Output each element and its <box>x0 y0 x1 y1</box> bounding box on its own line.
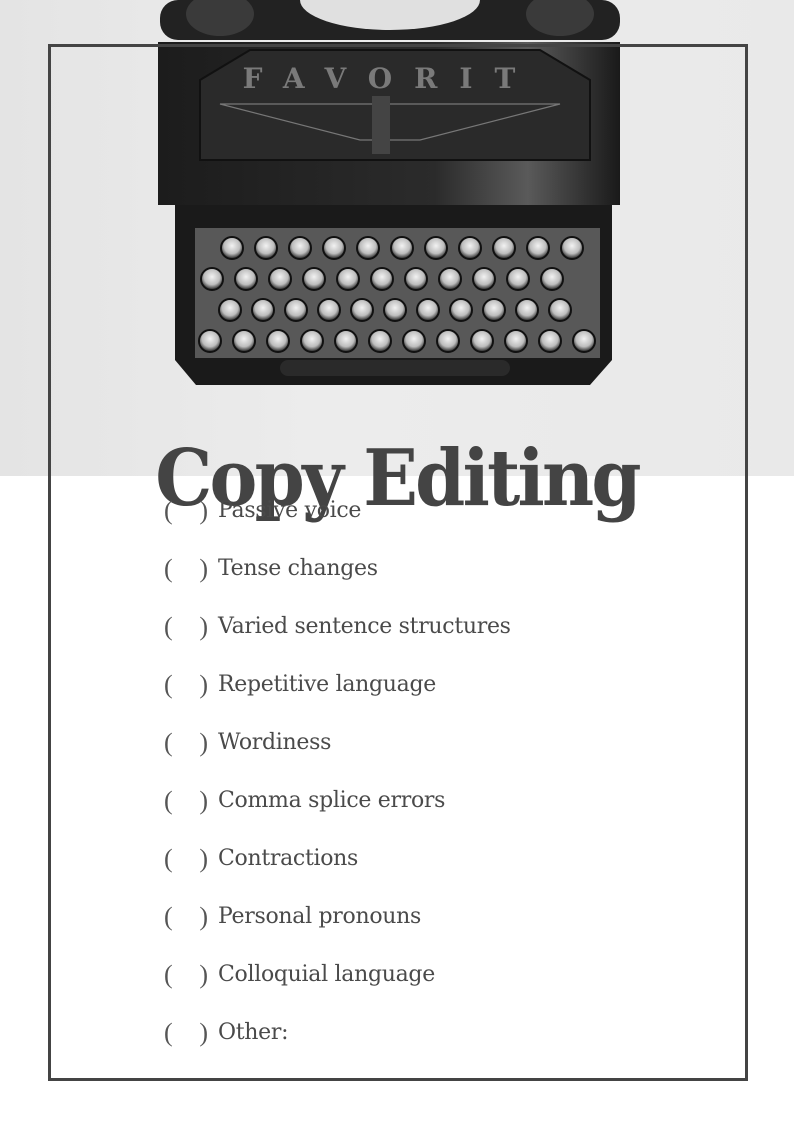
checkbox[interactable]: () <box>160 496 218 526</box>
typewriter-key <box>449 298 473 322</box>
checkbox-close-paren: ) <box>199 612 208 641</box>
typewriter-key <box>336 267 360 291</box>
checklist-item-label: Repetitive language <box>218 672 436 697</box>
checkbox[interactable]: () <box>160 786 218 816</box>
checklist-item-label: Other: <box>218 1020 289 1045</box>
checkbox-close-paren: ) <box>199 902 208 931</box>
checklist-item[interactable]: () Varied sentence structures <box>160 612 511 672</box>
typewriter-key <box>416 298 440 322</box>
typewriter-key <box>284 298 308 322</box>
checkbox[interactable]: () <box>160 1018 218 1048</box>
checkbox-close-paren: ) <box>199 1018 208 1047</box>
checkbox-open-paren: ( <box>164 554 173 583</box>
typewriter-key <box>560 236 584 260</box>
typewriter-key <box>438 267 462 291</box>
checkbox-close-paren: ) <box>199 844 208 873</box>
typewriter-key <box>218 298 242 322</box>
checklist-item-label: Colloquial language <box>218 962 435 987</box>
typewriter-key <box>470 329 494 353</box>
brand-text: FAVORIT <box>243 62 538 95</box>
checklist-item[interactable]: () Other: <box>160 1018 511 1078</box>
typewriter-key <box>540 267 564 291</box>
typewriter-key <box>482 298 506 322</box>
checklist-item[interactable]: () Contractions <box>160 844 511 904</box>
typewriter-key <box>370 267 394 291</box>
checklist-item[interactable]: () Passive voice <box>160 496 511 556</box>
typewriter-key <box>322 236 346 260</box>
checklist-item-label: Contractions <box>218 846 359 871</box>
checklist-item-label: Varied sentence structures <box>218 614 511 639</box>
checklist-item[interactable]: () Personal pronouns <box>160 902 511 962</box>
checkbox-open-paren: ( <box>164 670 173 699</box>
typewriter-key <box>506 267 530 291</box>
checklist-item-label: Comma splice errors <box>218 788 446 813</box>
typewriter-photo: FAVORIT <box>0 0 794 476</box>
typewriter-key <box>404 267 428 291</box>
typewriter-key <box>368 329 392 353</box>
typewriter-key <box>424 236 448 260</box>
typewriter-key <box>232 329 256 353</box>
typewriter-key <box>492 236 516 260</box>
checkbox-close-paren: ) <box>199 670 208 699</box>
typewriter-key <box>390 236 414 260</box>
typewriter-key <box>266 329 290 353</box>
checklist-item[interactable]: () Comma splice errors <box>160 786 511 846</box>
typewriter-key <box>234 267 258 291</box>
checklist-item[interactable]: () Repetitive language <box>160 670 511 730</box>
typewriter-key <box>300 329 324 353</box>
checkbox-close-paren: ) <box>199 728 208 757</box>
checkbox[interactable]: () <box>160 612 218 642</box>
typewriter-key <box>334 329 358 353</box>
typewriter-key <box>472 267 496 291</box>
checklist-item-label: Wordiness <box>218 730 332 755</box>
typewriter-key <box>288 236 312 260</box>
typewriter-key <box>548 298 572 322</box>
typewriter-key <box>251 298 275 322</box>
checklist-item-label: Personal pronouns <box>218 904 421 929</box>
typewriter-key <box>504 329 528 353</box>
typewriter-key <box>350 298 374 322</box>
checkbox-open-paren: ( <box>164 902 173 931</box>
checkbox[interactable]: () <box>160 844 218 874</box>
checklist-item[interactable]: () Colloquial language <box>160 960 511 1020</box>
checkbox-open-paren: ( <box>164 844 173 873</box>
typewriter-key <box>402 329 426 353</box>
typewriter-key <box>515 298 539 322</box>
checkbox-close-paren: ) <box>199 554 208 583</box>
checkbox-close-paren: ) <box>199 786 208 815</box>
checkbox-open-paren: ( <box>164 496 173 525</box>
typewriter-key <box>436 329 460 353</box>
checkbox[interactable]: () <box>160 902 218 932</box>
checkbox-close-paren: ) <box>199 960 208 989</box>
checkbox-open-paren: ( <box>164 786 173 815</box>
checkbox-open-paren: ( <box>164 1018 173 1047</box>
checklist-item-label: Tense changes <box>218 556 378 581</box>
checklist-item-label: Passive voice <box>218 498 362 523</box>
checkbox-close-paren: ) <box>199 496 208 525</box>
typewriter-key <box>383 298 407 322</box>
typewriter-key <box>254 236 278 260</box>
typewriter-key <box>526 236 550 260</box>
checkbox[interactable]: () <box>160 554 218 584</box>
typewriter-key <box>317 298 341 322</box>
typewriter-illustration: FAVORIT <box>158 0 620 385</box>
typewriter-key <box>198 329 222 353</box>
checkbox[interactable]: () <box>160 670 218 700</box>
typewriter-key <box>356 236 380 260</box>
checklist: () Passive voice() Tense changes() Varied s… <box>160 496 511 1078</box>
checklist-item[interactable]: () Tense changes <box>160 554 511 614</box>
typewriter-key <box>538 329 562 353</box>
checkbox-open-paren: ( <box>164 612 173 641</box>
checkbox-open-paren: ( <box>164 728 173 757</box>
checkbox-open-paren: ( <box>164 960 173 989</box>
checkbox[interactable]: () <box>160 960 218 990</box>
typewriter-key <box>458 236 482 260</box>
typewriter-key <box>220 236 244 260</box>
checkbox[interactable]: () <box>160 728 218 758</box>
typewriter-key <box>200 267 224 291</box>
typewriter-key <box>268 267 292 291</box>
checklist-item[interactable]: () Wordiness <box>160 728 511 788</box>
typewriter-key <box>302 267 326 291</box>
typewriter-key <box>572 329 596 353</box>
